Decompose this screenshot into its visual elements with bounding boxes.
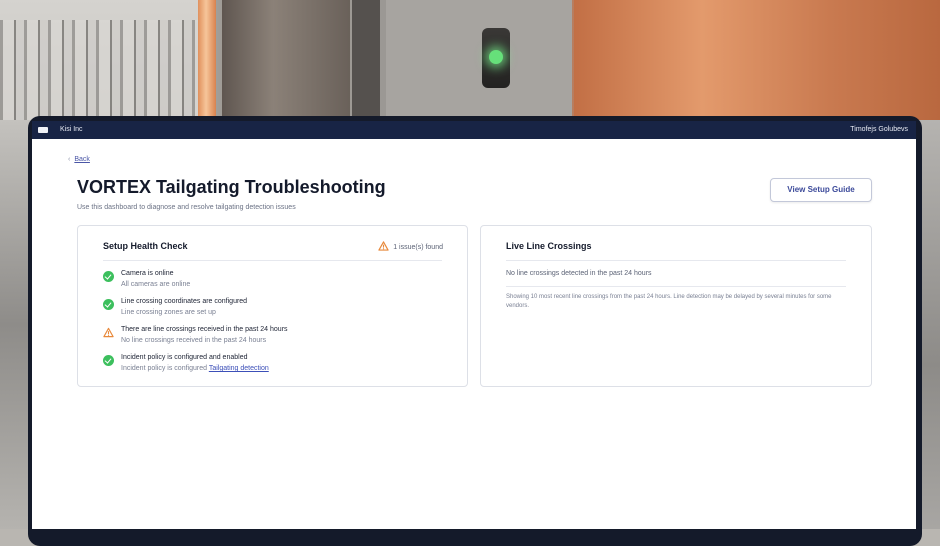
page-subtitle: Use this dashboard to diagnose and resol… [77, 204, 296, 211]
card-title: Live Line Crossings [506, 241, 592, 251]
back-link[interactable]: ‹ Back [68, 156, 90, 163]
chevron-left-icon: ‹ [68, 156, 71, 163]
warning-triangle-icon [378, 241, 389, 251]
user-name[interactable]: Timofejs Golubevs [850, 126, 908, 133]
background-light-bar [198, 0, 216, 120]
background-panel [352, 0, 572, 120]
card-divider [506, 260, 846, 261]
card-divider [506, 286, 846, 287]
check-detail: No line crossings received in the past 2… [121, 337, 267, 344]
check-label: There are line crossings received in the… [121, 326, 288, 333]
view-setup-guide-button[interactable]: View Setup Guide [770, 178, 872, 202]
card-divider [103, 260, 442, 261]
card-title: Setup Health Check [103, 241, 188, 251]
check-detail: Line crossing zones are set up [121, 309, 216, 316]
check-circle-icon [103, 271, 114, 282]
check-label: Camera is online [121, 270, 174, 277]
check-detail-text: Incident policy is configured [121, 365, 207, 372]
back-link-label[interactable]: Back [74, 156, 90, 163]
issues-summary: 1 issue(s) found [378, 241, 443, 251]
reader-led-icon [489, 50, 503, 64]
app-titlebar: Kisi Inc Timofejs Golubevs [32, 121, 916, 139]
live-line-crossings-card: Live Line Crossings No line crossings de… [480, 225, 872, 387]
check-detail: All cameras are online [121, 281, 191, 288]
issues-count: 1 issue(s) found [393, 244, 443, 251]
background-turnstiles [0, 20, 200, 130]
organization-name[interactable]: Kisi Inc [60, 126, 83, 133]
setup-health-check-card: Setup Health Check 1 issue(s) found Came… [77, 225, 468, 387]
empty-state-message: No line crossings detected in the past 2… [506, 270, 652, 277]
warning-triangle-icon [103, 327, 114, 338]
kisi-logo-icon [38, 127, 48, 133]
check-detail: Incident policy is configured Tailgating… [121, 365, 269, 372]
background-pillar [222, 0, 350, 120]
info-note: Showing 10 most recent line crossings fr… [506, 294, 832, 309]
check-circle-icon [103, 355, 114, 366]
check-circle-icon [103, 299, 114, 310]
background-copper-wall [574, 0, 940, 120]
tailgating-detection-link[interactable]: Tailgating detection [209, 365, 269, 372]
main-content: ‹ Back VORTEX Tailgating Troubleshooting … [32, 139, 916, 529]
page-title: VORTEX Tailgating Troubleshooting [77, 177, 386, 197]
check-label: Incident policy is configured and enable… [121, 354, 248, 361]
check-label: Line crossing coordinates are configured [121, 298, 248, 305]
